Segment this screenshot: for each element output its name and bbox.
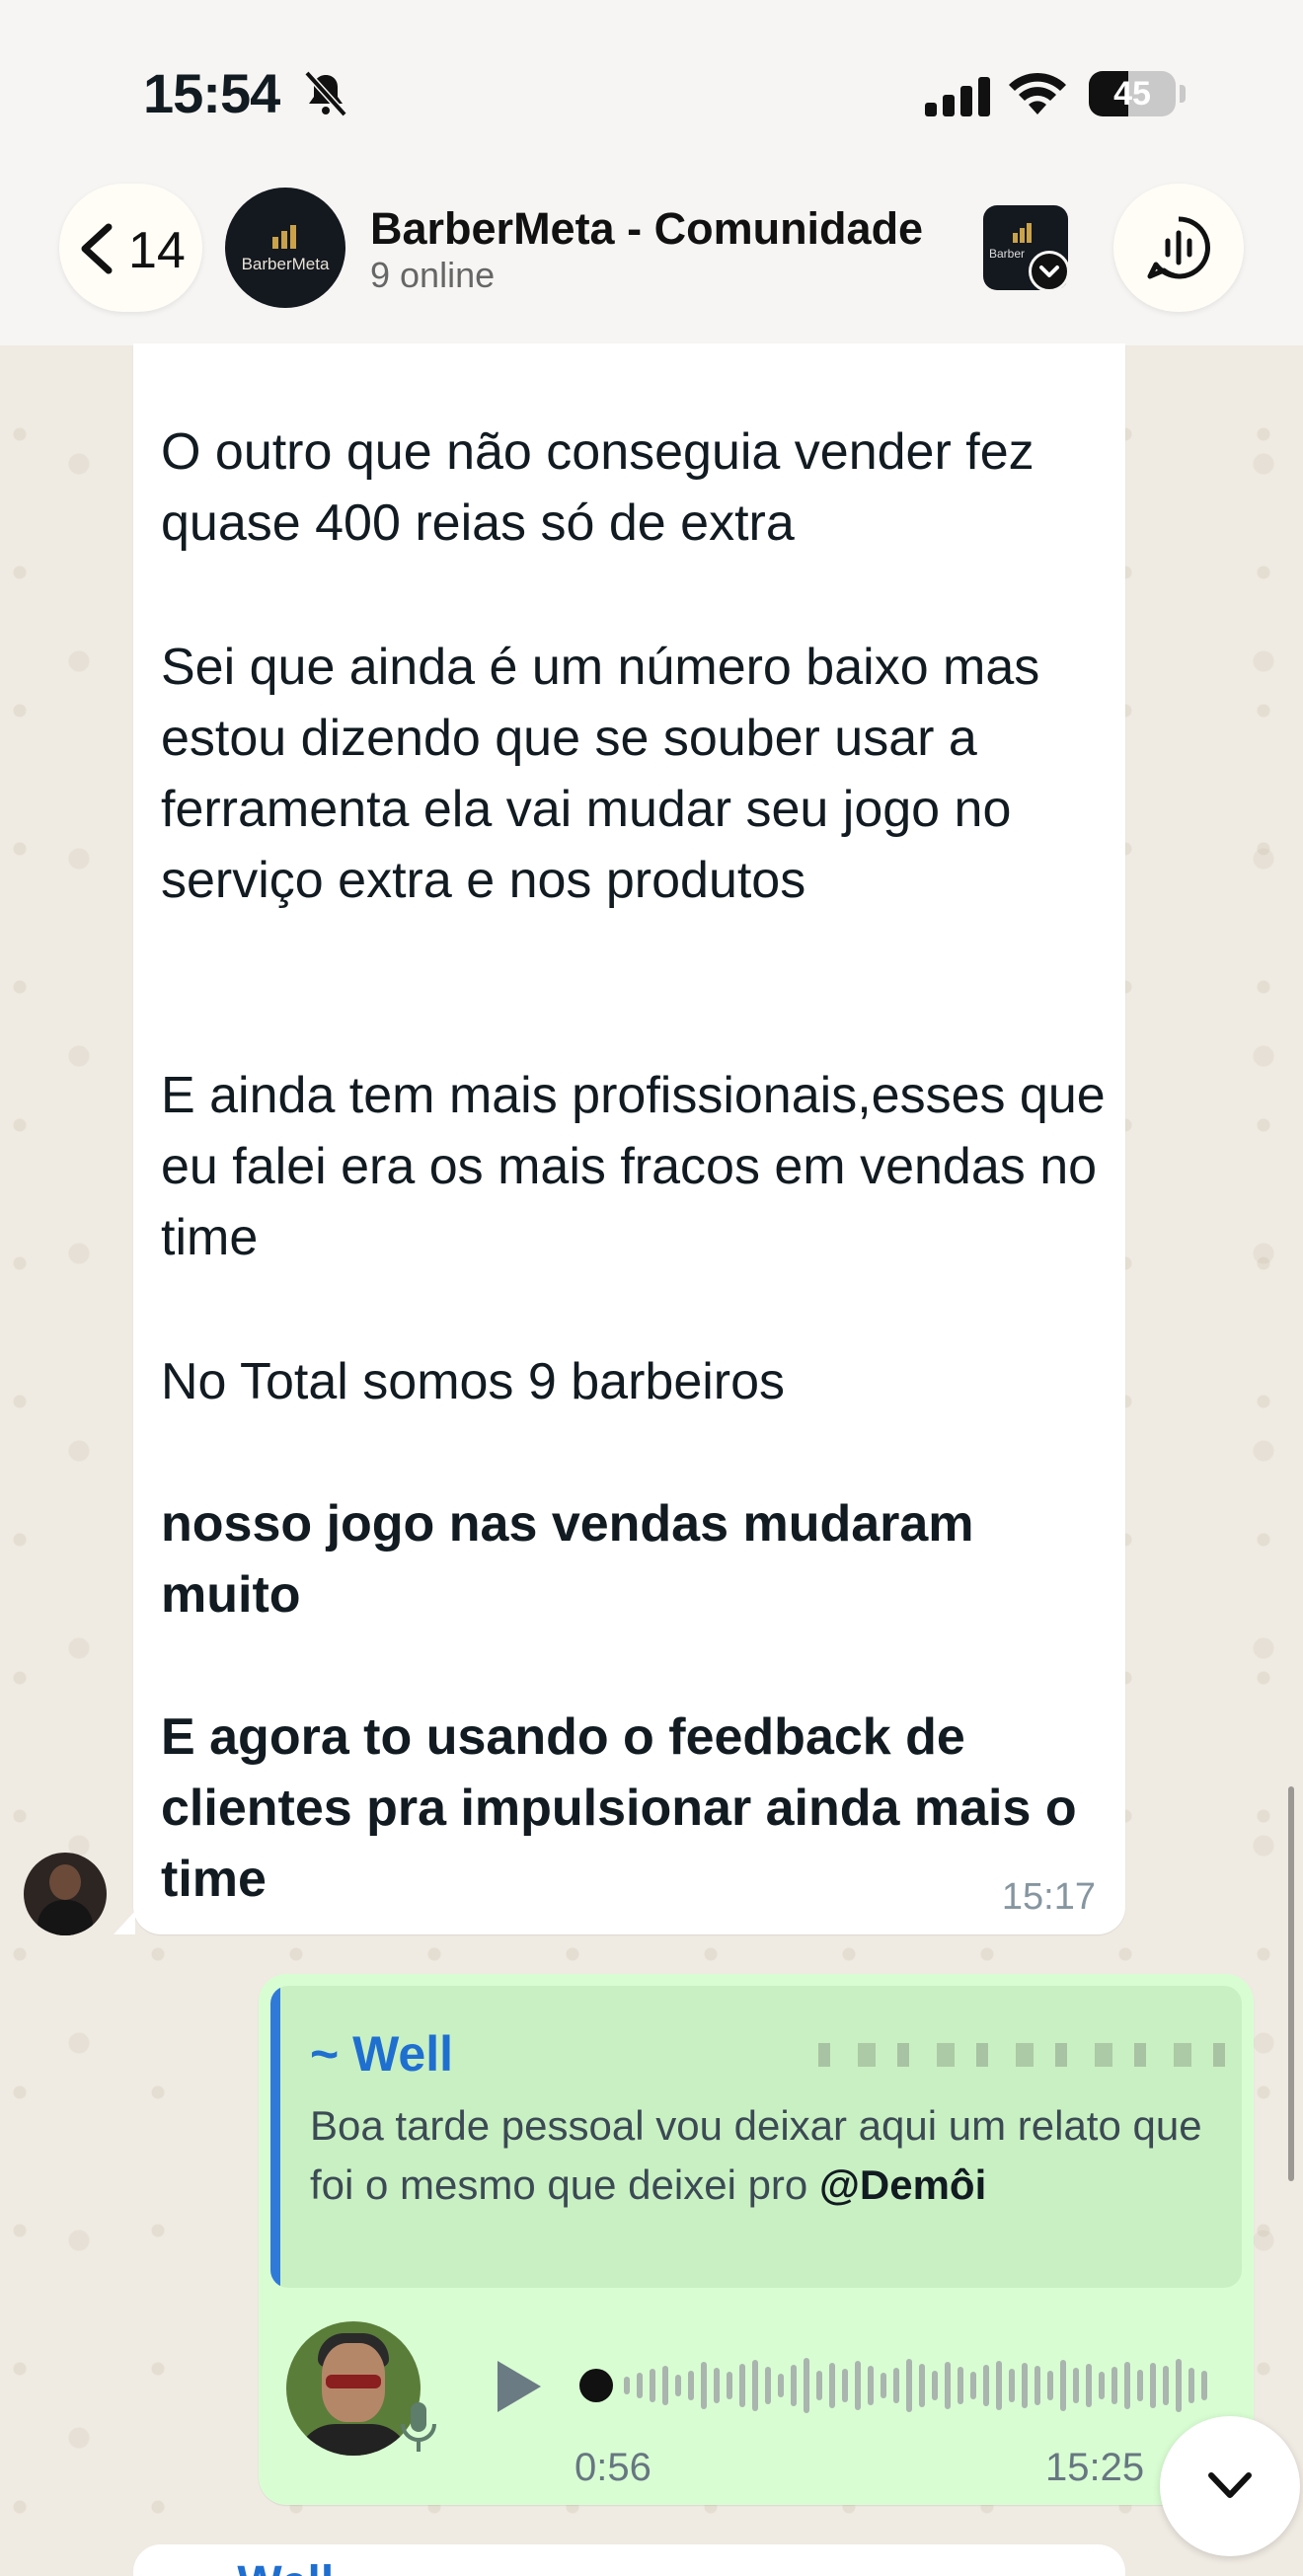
waveform-bar	[1009, 2369, 1015, 2402]
bar-logo-icon	[1013, 223, 1032, 243]
message-timestamp: 15:17	[1001, 1876, 1096, 1918]
next-message-author: ~ Well	[196, 2556, 334, 2576]
waveform-bar	[970, 2372, 976, 2399]
waveform-bar	[778, 2374, 784, 2397]
waveform-bar	[1111, 2367, 1117, 2404]
status-time: 15:54	[143, 62, 280, 124]
waveform-bar	[1188, 2368, 1194, 2403]
play-icon[interactable]	[488, 2357, 547, 2416]
sender-avatar[interactable]	[24, 1853, 107, 1935]
waveform-bar	[791, 2365, 797, 2406]
signal-icon	[925, 77, 990, 116]
waveform-bar	[1060, 2360, 1066, 2411]
message-paragraph: Sei que ainda é um número baixo mas esto…	[161, 639, 1040, 909]
message-paragraph: O outro que não conseguia vender fez qua…	[161, 423, 1035, 552]
waveform-bar	[1099, 2372, 1105, 2399]
waveform-bar	[650, 2369, 655, 2402]
bubble-tail	[114, 1911, 135, 1934]
waveform-bar	[1163, 2366, 1169, 2405]
waveform-bar	[919, 2364, 925, 2407]
mention-link[interactable]: @Demôi	[819, 2161, 986, 2208]
waveform-bar	[1137, 2370, 1143, 2401]
message-paragraph: No Total somos 9 barbeiros	[161, 1353, 786, 1410]
waveform-bar	[1124, 2362, 1130, 2409]
waveform-bar	[1035, 2366, 1040, 2405]
waveform-bar	[752, 2360, 758, 2411]
group-title[interactable]: BarberMeta - Comunidade	[370, 203, 923, 255]
group-online-count: 9 online	[370, 255, 496, 295]
waveform-bar	[765, 2367, 771, 2404]
waveform-bar	[958, 2367, 963, 2404]
waveform-bar	[932, 2371, 938, 2400]
message-paragraph-bold: E agora to usando o feedback de clientes…	[161, 1708, 1077, 1908]
quote-author: ~ Well	[310, 2026, 453, 2082]
community-logo-text: Barber	[989, 247, 1026, 261]
waveform-bar	[945, 2362, 951, 2409]
waveform-bar	[624, 2377, 630, 2394]
chevron-down-icon	[1039, 265, 1059, 277]
waveform-bar	[727, 2372, 732, 2399]
waveform-bar	[1073, 2368, 1079, 2403]
chevron-left-icon	[81, 223, 113, 274]
audio-wave-icon	[1147, 216, 1210, 279]
waveform-bar	[714, 2368, 720, 2403]
waveform-bar	[816, 2371, 822, 2400]
message-paragraph-bold: nosso jogo nas vendas mudaram muito	[161, 1495, 974, 1624]
battery-percent: 45	[1113, 75, 1151, 113]
redacted-phone-number	[818, 2043, 1233, 2067]
voice-chat-button[interactable]	[1113, 184, 1244, 312]
waveform-bar	[855, 2361, 861, 2410]
playback-position[interactable]	[579, 2369, 613, 2402]
quote-text: Boa tarde pessoal vou deixar aqui um rel…	[310, 2102, 1202, 2208]
community-badge[interactable]	[1029, 251, 1070, 292]
message-paragraph: E ainda tem mais profissionais,esses que…	[161, 1067, 1106, 1266]
received-message-bubble[interactable]: O outro que não conseguia vender fez qua…	[114, 343, 1125, 1934]
waveform-bar	[637, 2373, 643, 2398]
waveform-bar	[983, 2365, 989, 2406]
waveform-bar	[701, 2362, 707, 2409]
group-avatar[interactable]: BarberMeta	[225, 188, 345, 308]
status-bar: 15:54 45	[0, 0, 1303, 178]
chevron-down-icon	[1208, 2472, 1252, 2498]
waveform-bar	[906, 2359, 912, 2412]
waveform-bar	[881, 2373, 886, 2398]
microphone-icon	[401, 2402, 436, 2452]
avatar-logo-text: BarberMeta	[241, 255, 330, 273]
battery-tip	[1180, 85, 1186, 103]
next-message-bubble[interactable]: ~ Well	[133, 2544, 1125, 2576]
waveform-bar	[996, 2361, 1002, 2410]
quote-accent-bar	[270, 1986, 280, 2288]
waveform-bar	[868, 2366, 874, 2405]
battery-indicator: 45	[1089, 71, 1176, 116]
waveform-bar	[739, 2364, 745, 2407]
bell-off-icon	[304, 70, 347, 117]
waveform-bar	[1047, 2371, 1053, 2400]
waveform-bar	[829, 2363, 835, 2408]
waveform-bar	[893, 2368, 899, 2403]
unread-count: 14	[128, 222, 186, 279]
waveform-bar	[804, 2358, 809, 2413]
scroll-to-bottom-button[interactable]	[1160, 2416, 1300, 2556]
waveform-bar	[1150, 2363, 1156, 2408]
waveform-bar	[688, 2371, 694, 2400]
waveform-bar	[1201, 2371, 1207, 2400]
back-button[interactable]: 14	[59, 184, 202, 312]
bar-logo-icon	[272, 225, 296, 249]
scrollbar[interactable]	[1288, 1786, 1294, 2181]
quoted-message[interactable]: ~ Well Boa tarde pessoal vou deixar aqui…	[270, 1986, 1242, 2288]
wifi-icon	[1009, 72, 1066, 114]
waveform-bar	[1176, 2359, 1182, 2412]
waveform-bar	[842, 2369, 848, 2402]
chat-header: 14 BarberMeta BarberMeta - Comunidade 9 …	[0, 178, 1303, 345]
message-timestamp: 15:25	[1045, 2446, 1145, 2489]
voice-waveform[interactable]	[576, 2341, 1218, 2430]
sent-message-bubble[interactable]: ~ Well Boa tarde pessoal vou deixar aqui…	[259, 1974, 1254, 2505]
waveform-bar	[1086, 2364, 1092, 2407]
voice-duration: 0:56	[575, 2446, 652, 2489]
waveform-bar	[675, 2375, 681, 2396]
waveform-bar	[1022, 2363, 1028, 2408]
waveform-bar	[662, 2366, 668, 2405]
